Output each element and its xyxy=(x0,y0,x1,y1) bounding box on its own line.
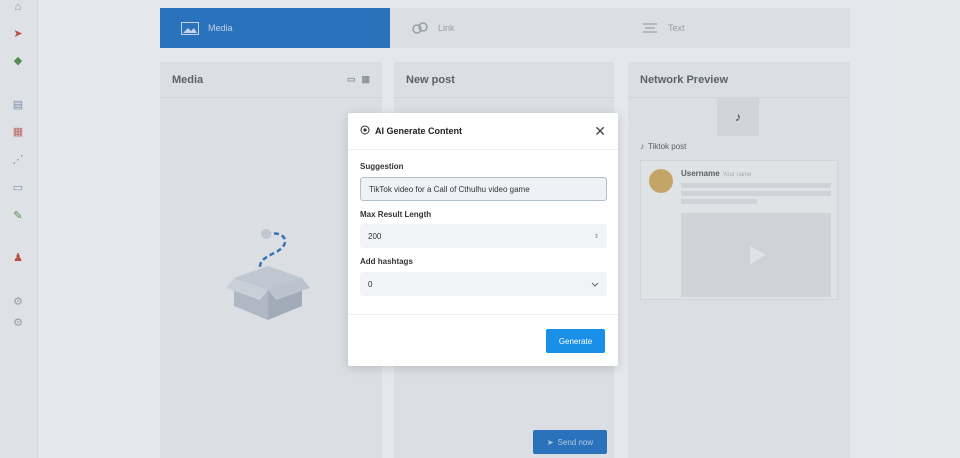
ai-generate-modal: AI Generate Content ✕ Suggestion TikTok … xyxy=(348,113,618,366)
suggestion-input[interactable]: TikTok video for a Call of Cthulhu video… xyxy=(360,177,607,201)
close-icon[interactable]: ✕ xyxy=(594,124,606,138)
modal-title-text: AI Generate Content xyxy=(375,126,463,136)
footer-divider xyxy=(348,314,618,315)
chevron-down-icon xyxy=(591,280,599,289)
modal-title: AI Generate Content xyxy=(360,125,462,137)
max-length-label: Max Result Length xyxy=(360,210,432,219)
hashtags-value: 0 xyxy=(368,279,373,289)
modal-header: AI Generate Content ✕ xyxy=(348,113,618,150)
suggestion-label: Suggestion xyxy=(360,162,404,171)
hashtags-label: Add hashtags xyxy=(360,257,413,266)
max-length-value: 200 xyxy=(368,231,382,241)
stepper-arrows-icon[interactable]: ⇕ xyxy=(594,233,599,240)
hashtags-select[interactable]: 0 xyxy=(360,272,607,296)
ai-sparkle-icon xyxy=(360,125,370,137)
max-length-stepper[interactable]: 200 ⇕ xyxy=(360,224,607,248)
generate-button[interactable]: Generate xyxy=(546,329,605,353)
suggestion-value: TikTok video for a Call of Cthulhu video… xyxy=(369,184,530,194)
